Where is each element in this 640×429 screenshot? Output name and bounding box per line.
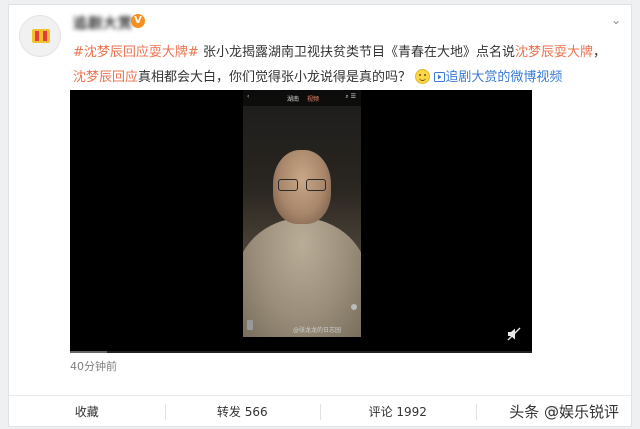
video-top-title: 湖南 [287, 96, 300, 103]
post-text: #沈梦辰回应耍大牌# 张小龙揭露湖南卫视扶贫类节目《青春在大地》点名说沈梦辰耍大… [73, 40, 618, 90]
glasses [278, 179, 326, 193]
hashtag-link[interactable]: #沈梦辰回应耍大牌# [73, 45, 199, 60]
video-frame: ‹ 湖南 视频 ⌕ ☰ @张龙龙的日志园 [243, 90, 361, 337]
keyword-link[interactable]: 沈梦辰耍大牌 [515, 45, 593, 60]
post-time[interactable]: 40分钟前 [70, 358, 117, 374]
chevron-down-icon[interactable]: ⌄ [611, 14, 621, 26]
video-link[interactable]: 追剧大赏的微博视频 [434, 70, 562, 85]
video-progress-fill [70, 351, 107, 353]
avatar[interactable] [19, 15, 61, 57]
post-text-segment: 张小龙揭露湖南卫视扶贫类节目《青春在大地》点名说 [202, 45, 515, 60]
keyword-link[interactable]: 沈梦辰回应 [73, 70, 138, 85]
record-dot-icon [351, 304, 357, 310]
book-icon [32, 29, 50, 43]
username[interactable]: 追剧大赏 [73, 13, 133, 33]
back-icon: ‹ [247, 93, 250, 100]
post-text-segment: ， [592, 45, 606, 60]
video-watermark: @张龙龙的日志园 [293, 327, 342, 334]
mute-icon[interactable] [506, 326, 522, 342]
person-shoulders [243, 218, 361, 337]
weibo-card: 追剧大赏 V ⌄ #沈梦辰回应耍大牌# 张小龙揭露湖南卫视扶贫类节目《青春在大地… [8, 4, 632, 427]
smile-emoji-icon [415, 69, 431, 84]
phone-side-icon [247, 320, 253, 330]
verified-badge-icon: V [131, 14, 145, 28]
video-top-bar: ‹ 湖南 视频 ⌕ ☰ [243, 90, 361, 106]
comment-button[interactable]: 评论 1992 [320, 396, 476, 428]
collect-button[interactable]: 收藏 [9, 396, 165, 428]
video-top-icons: ⌕ ☰ [345, 93, 356, 100]
repost-button[interactable]: 转发 566 [164, 396, 321, 428]
video-progress-bar[interactable] [70, 351, 532, 353]
video-link-label: 追剧大赏的微博视频 [445, 70, 563, 85]
toutiao-watermark: 头条 @娱乐锐评 [509, 400, 619, 424]
video-player[interactable]: ‹ 湖南 视频 ⌕ ☰ @张龙龙的日志园 [70, 90, 532, 352]
video-top-tab: 视频 [307, 96, 320, 103]
post-text-segment: 真相都会大白，你们觉得张小龙说得是真的吗？ [138, 70, 412, 85]
video-link-icon [434, 72, 446, 82]
